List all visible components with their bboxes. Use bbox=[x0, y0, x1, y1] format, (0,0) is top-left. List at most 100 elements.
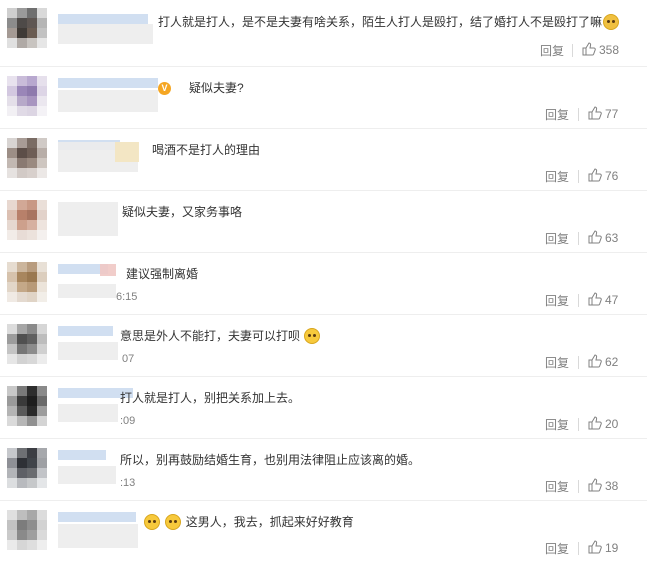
comment-row: 打人就是打人，是不是夫妻有啥关系，陌生人打人是殴打，结了婚打人不是殴打了嘛 回复… bbox=[0, 0, 647, 67]
pleading-emoji bbox=[165, 514, 182, 530]
like-button[interactable]: 47 bbox=[588, 292, 618, 307]
blurred-region bbox=[58, 24, 153, 44]
like-button[interactable]: 63 bbox=[588, 230, 618, 245]
thumbs-up-icon bbox=[588, 416, 602, 430]
blurred-region bbox=[58, 202, 118, 236]
comment-row: 喝酒不是打人的理由 回复 76 bbox=[0, 128, 647, 191]
verified-badge-icon: V bbox=[158, 82, 171, 95]
like-count: 38 bbox=[605, 479, 619, 493]
comment-row: V 疑似夫妻? 回复 77 bbox=[0, 66, 647, 129]
divider bbox=[572, 44, 573, 57]
username[interactable] bbox=[58, 326, 113, 336]
avatar[interactable] bbox=[7, 200, 47, 240]
like-button[interactable]: 358 bbox=[582, 42, 619, 57]
comment-text-content: 所以，别再鼓励结婚生育，也别用法律阻止应该离的婚。 bbox=[120, 453, 421, 467]
comment-text: 喝酒不是打人的理由 bbox=[152, 142, 260, 158]
comment-row: 意思是外人不能打，夫妻可以打呗 07 回复 62 bbox=[0, 314, 647, 377]
blurred-region bbox=[58, 524, 138, 548]
like-count: 19 bbox=[605, 541, 619, 555]
like-button[interactable]: 77 bbox=[588, 106, 618, 121]
comment-timestamp: :09 bbox=[120, 415, 136, 427]
avatar[interactable] bbox=[7, 448, 47, 488]
reply-button[interactable]: 回复 bbox=[545, 540, 569, 557]
like-button[interactable]: 19 bbox=[588, 540, 618, 555]
username[interactable] bbox=[58, 512, 136, 522]
divider bbox=[578, 418, 579, 431]
blurred-region bbox=[58, 466, 116, 484]
comment-text: 疑似夫妻，又家务事咯 bbox=[122, 204, 242, 220]
thumbs-up-icon bbox=[588, 106, 602, 120]
comment-row: 疑似夫妻，又家务事咯 回复 63 bbox=[0, 190, 647, 253]
comment-row: 所以，别再鼓励结婚生育，也别用法律阻止应该离的婚。 :13 回复 38 bbox=[0, 438, 647, 501]
like-count: 63 bbox=[605, 231, 619, 245]
like-count: 20 bbox=[605, 417, 619, 431]
avatar[interactable] bbox=[7, 324, 47, 364]
username[interactable] bbox=[58, 450, 106, 460]
thumbs-up-icon bbox=[588, 230, 602, 244]
comment-text: 所以，别再鼓励结婚生育，也别用法律阻止应该离的婚。 bbox=[120, 452, 420, 468]
comment-timestamp: 6:15 bbox=[116, 291, 138, 303]
like-count: 47 bbox=[605, 293, 619, 307]
thumbs-up-icon bbox=[582, 42, 596, 56]
thumbs-up-icon bbox=[588, 354, 602, 368]
divider bbox=[578, 480, 579, 493]
reply-button[interactable]: 回复 bbox=[540, 42, 564, 59]
comment-row: 这男人，我去，抓起来好好教育 回复 19 bbox=[0, 500, 647, 562]
comment-text: 建议强制离婚 bbox=[120, 266, 198, 282]
like-button[interactable]: 38 bbox=[588, 478, 618, 493]
comment-text-content: 建议强制离婚 bbox=[126, 267, 199, 281]
comment-text-content: 意思是外人不能打，夫妻可以打呗 bbox=[120, 329, 301, 343]
comment-text-content: 这男人，我去，抓起来好好教育 bbox=[185, 515, 354, 529]
username[interactable] bbox=[58, 78, 158, 88]
blurred-region bbox=[115, 142, 139, 162]
divider bbox=[578, 356, 579, 369]
avatar[interactable] bbox=[7, 138, 47, 178]
avatar[interactable] bbox=[7, 8, 47, 48]
comment-text: V 疑似夫妻? bbox=[158, 80, 244, 96]
comment-row: 打人就是打人，别把关系加上去。 :09 回复 20 bbox=[0, 376, 647, 439]
comment-text-content: 打人就是打人，别把关系加上去。 bbox=[120, 391, 301, 405]
smirk-emoji bbox=[304, 328, 321, 344]
comment-text-content: 疑似夫妻，又家务事咯 bbox=[122, 205, 243, 219]
thumbs-up-icon bbox=[588, 168, 602, 182]
divider bbox=[578, 542, 579, 555]
reply-button[interactable]: 回复 bbox=[545, 292, 569, 309]
comment-text: 这男人，我去，抓起来好好教育 bbox=[140, 514, 354, 530]
divider bbox=[578, 170, 579, 183]
comment-text: 打人就是打人，是不是夫妻有啥关系，陌生人打人是殴打，结了婚打人不是殴打了嘛 bbox=[158, 14, 620, 30]
avatar[interactable] bbox=[7, 262, 47, 302]
like-count: 77 bbox=[605, 107, 619, 121]
like-count: 62 bbox=[605, 355, 619, 369]
avatar[interactable] bbox=[7, 386, 47, 426]
blurred-region bbox=[58, 404, 118, 422]
like-button[interactable]: 76 bbox=[588, 168, 618, 183]
avatar[interactable] bbox=[7, 76, 47, 116]
reply-button[interactable]: 回复 bbox=[545, 478, 569, 495]
like-button[interactable]: 20 bbox=[588, 416, 618, 431]
avatar[interactable] bbox=[7, 510, 47, 550]
divider bbox=[578, 294, 579, 307]
reply-button[interactable]: 回复 bbox=[545, 106, 569, 123]
crying-emoji bbox=[603, 14, 620, 30]
comment-timestamp: :13 bbox=[120, 477, 136, 489]
blurred-region bbox=[58, 284, 116, 298]
reply-button[interactable]: 回复 bbox=[545, 354, 569, 371]
like-count: 358 bbox=[599, 43, 620, 57]
blurred-region bbox=[58, 90, 158, 112]
thumbs-up-icon bbox=[588, 478, 602, 492]
pleading-emoji bbox=[144, 514, 160, 530]
comment-text-content: 打人就是打人，是不是夫妻有啥关系，陌生人打人是殴打，结了婚打人不是殴打了嘛 bbox=[158, 15, 603, 29]
comment-text: 意思是外人不能打，夫妻可以打呗 bbox=[120, 328, 321, 344]
like-button[interactable]: 62 bbox=[588, 354, 618, 369]
blurred-region bbox=[100, 264, 116, 276]
comment-text-content: 喝酒不是打人的理由 bbox=[152, 143, 261, 157]
comment-text: 打人就是打人，别把关系加上去。 bbox=[120, 390, 300, 406]
reply-button[interactable]: 回复 bbox=[545, 230, 569, 247]
reply-button[interactable]: 回复 bbox=[545, 168, 569, 185]
divider bbox=[578, 108, 579, 121]
username[interactable] bbox=[58, 14, 148, 24]
blurred-region bbox=[58, 342, 118, 360]
comment-row: 建议强制离婚 6:15 回复 47 bbox=[0, 252, 647, 315]
reply-button[interactable]: 回复 bbox=[545, 416, 569, 433]
comment-text-content: 疑似夫妻? bbox=[189, 81, 244, 95]
